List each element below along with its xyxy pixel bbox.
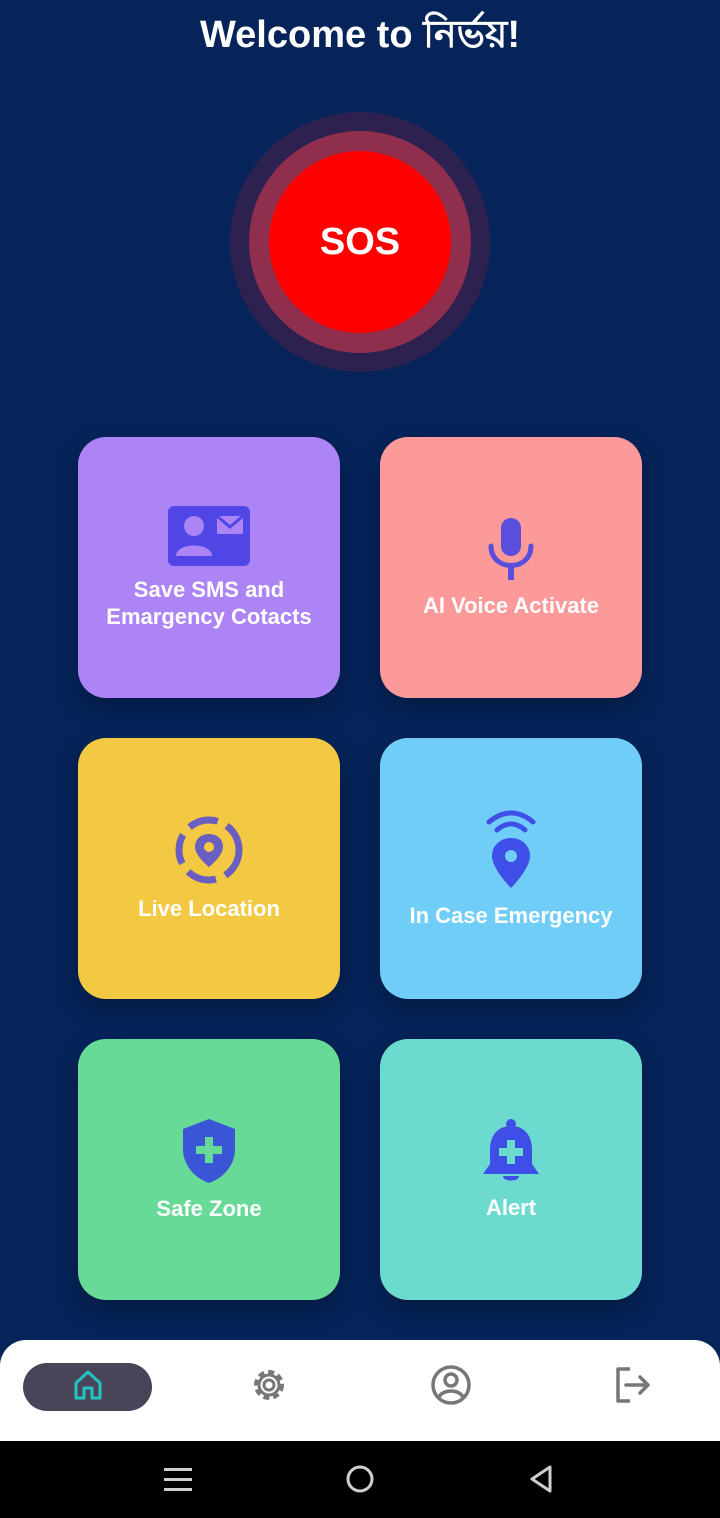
save-contacts-card[interactable]: Save SMS and Emargency Cotacts [78,437,340,698]
system-back-button[interactable] [520,1461,560,1501]
card-label: Alert [485,1195,537,1220]
card-label: Save SMS and Emargency Cotacts [106,576,312,629]
sos-button[interactable]: SOS [269,151,451,333]
nav-settings-button[interactable] [244,1363,294,1411]
card-label: Safe Zone [156,1196,262,1221]
shield-plus-icon [181,1117,237,1185]
home-circle-icon [344,1463,376,1500]
settings-gear-icon [247,1363,291,1412]
location-target-icon [174,815,244,885]
microphone-icon [486,516,536,582]
ai-voice-card[interactable]: AI Voice Activate [380,437,642,698]
location-signal-icon [481,808,541,892]
system-home-button[interactable] [340,1461,380,1501]
bottom-navigation [0,1340,720,1441]
logout-icon [610,1363,654,1412]
live-location-card[interactable]: Live Location [78,738,340,999]
sos-button-container: SOS [230,112,490,372]
system-menu-button[interactable] [158,1461,198,1501]
page-title: Welcome to নির্ভয়! [199,14,521,56]
alert-card[interactable]: Alert [380,1039,642,1300]
card-label: AI Voice Activate [422,593,600,618]
home-icon [71,1368,105,1407]
nav-logout-button[interactable] [607,1363,657,1411]
contact-card-icon [168,505,250,566]
card-label: Live Location [138,896,280,921]
nav-home-button[interactable] [23,1363,152,1411]
card-label: In Case Emergency [409,903,613,928]
menu-icon [162,1463,194,1500]
nav-profile-button[interactable] [426,1363,476,1411]
profile-icon [429,1363,473,1412]
emergency-card[interactable]: In Case Emergency [380,738,642,999]
back-triangle-icon [524,1463,556,1500]
safe-zone-card[interactable]: Safe Zone [78,1039,340,1300]
bell-plus-icon [479,1118,543,1184]
system-navigation-bar [0,1441,720,1518]
